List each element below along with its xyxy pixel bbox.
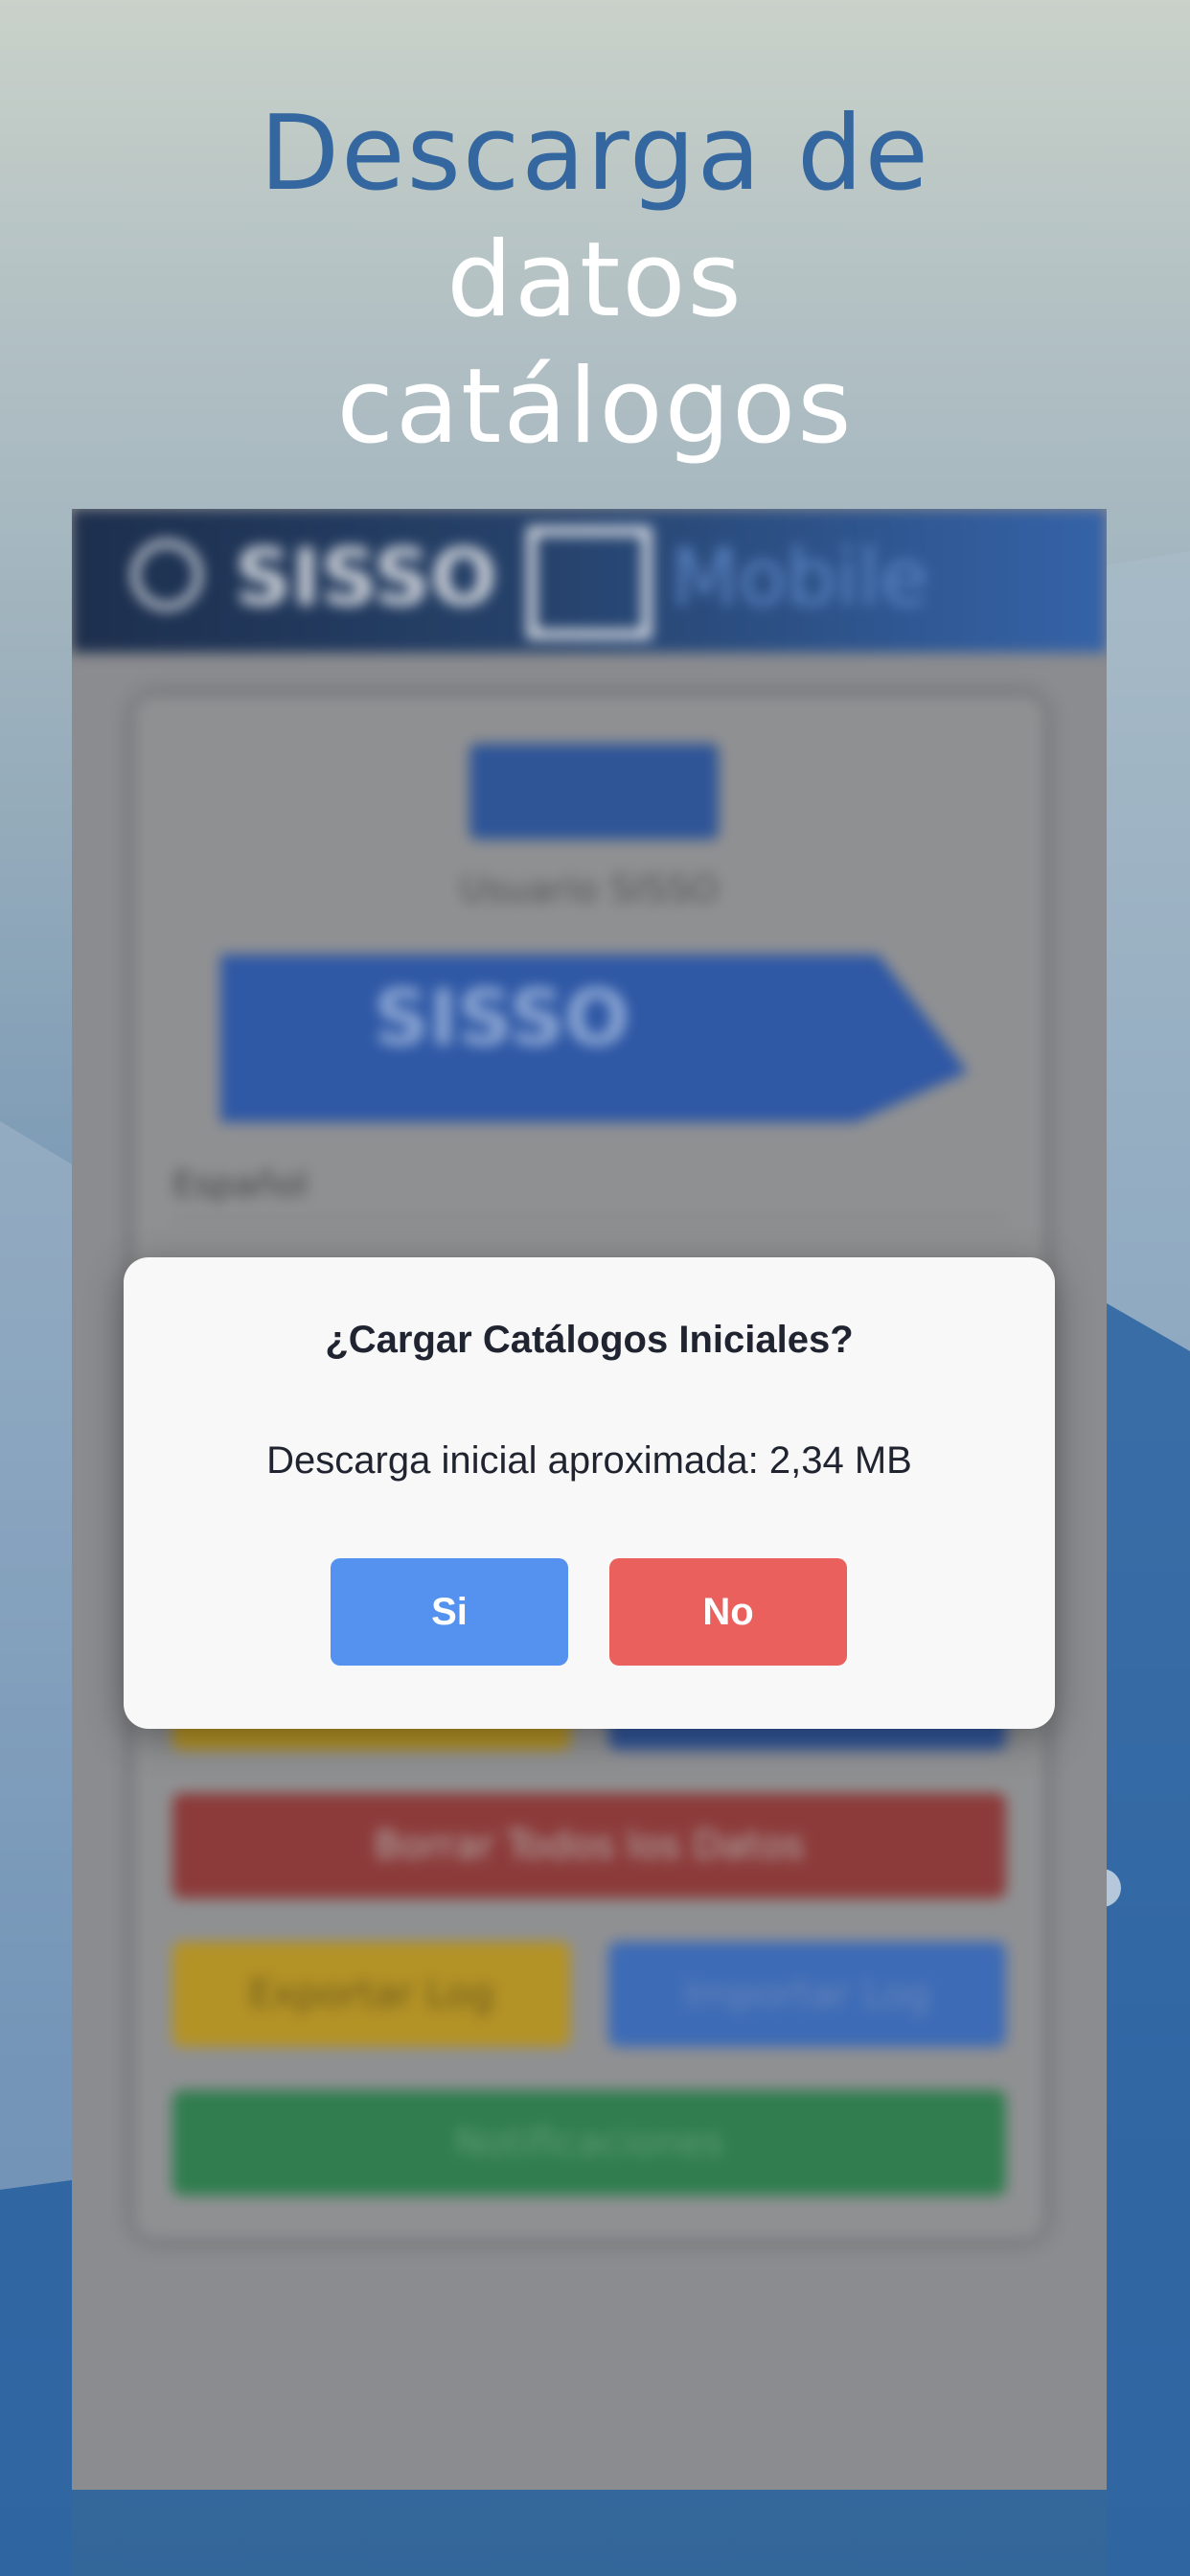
dialog-message: Descarga inicial aproximada: 2,34 MB — [266, 1439, 912, 1482]
yes-button[interactable]: Si — [331, 1558, 568, 1666]
app-header: SISSO Mobile — [72, 509, 1107, 653]
no-button[interactable]: No — [609, 1558, 847, 1666]
power-icon — [131, 540, 202, 610]
brand-right: Mobile — [671, 533, 928, 624]
status-pill — [469, 744, 719, 840]
banner-text: SISSO — [374, 974, 630, 1063]
delete-all-data-button[interactable]: Borrar Todos los Datos — [172, 1793, 1006, 1898]
export-log-button[interactable]: Exportar Log — [172, 1942, 570, 2047]
language-select[interactable]: Español — [172, 1165, 1006, 1221]
import-log-button[interactable]: Importar Log — [608, 1942, 1006, 2047]
sisso-banner: SISSO — [220, 954, 968, 1122]
load-catalogs-dialog: ¿Cargar Catálogos Iniciales? Descarga in… — [124, 1257, 1055, 1729]
page-heading: Descarga de datos catálogos — [0, 91, 1190, 471]
sisso-logo-icon — [527, 526, 652, 639]
user-name: Usuario SISSO — [460, 868, 719, 910]
heading-line-3: catálogos — [336, 347, 854, 467]
brand-left: SISSO — [235, 533, 497, 624]
notifications-button[interactable]: Notificaciones — [172, 2090, 1006, 2196]
heading-line-1: Descarga de — [259, 94, 930, 214]
dialog-title: ¿Cargar Catálogos Iniciales? — [325, 1319, 854, 1361]
heading-line-2: datos — [446, 220, 744, 340]
